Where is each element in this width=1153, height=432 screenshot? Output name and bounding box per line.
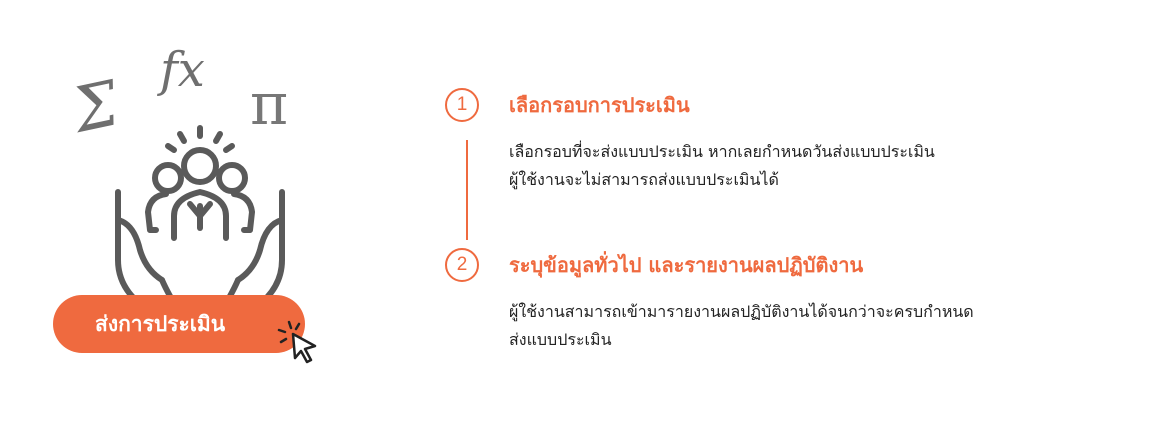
fx-icon: fx (160, 42, 205, 98)
send-assessment-label: ส่งการประเมิน (95, 311, 226, 336)
step-description-line: เลือกรอบที่จะส่งแบบประเมิน หากเลยกำหนดวั… (509, 142, 935, 161)
step-description: เลือกรอบที่จะส่งแบบประเมิน หากเลยกำหนดวั… (509, 138, 1109, 194)
step-connector-line (466, 140, 468, 240)
cursor-click-icon (277, 320, 317, 364)
steps-list: 1 เลือกรอบการประเมิน เลือกรอบที่จะส่งแบบ… (445, 88, 1125, 388)
step-number-badge: 1 (445, 88, 479, 122)
step-title: ระบุข้อมูลทั่วไป และรายงานผลปฏิบัติงาน (509, 253, 864, 277)
step-title: เลือกรอบการประเมิน (509, 93, 690, 117)
send-assessment-button[interactable]: ส่งการประเมิน (53, 295, 305, 353)
step-description-line: ส่งแบบประเมิน (509, 330, 612, 349)
step-description-line: ผู้ใช้งานสามารถเข้ามารายงานผลปฏิบัติงานไ… (509, 302, 974, 321)
step-number-badge: 2 (445, 248, 479, 282)
step-description: ผู้ใช้งานสามารถเข้ามารายงานผลปฏิบัติงานไ… (509, 298, 1109, 354)
step-description-line: ผู้ใช้งานจะไม่สามารถส่งแบบประเมินได้ (509, 170, 779, 189)
